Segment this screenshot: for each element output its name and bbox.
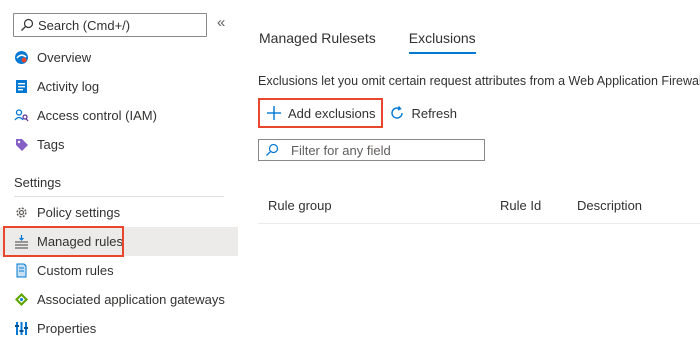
properties-icon xyxy=(14,321,29,336)
sidebar-item-label: Managed rules xyxy=(37,234,123,249)
collapse-sidebar-button[interactable]: « xyxy=(217,14,225,31)
exclusions-table-header: Rule group Rule Id Description xyxy=(258,196,700,224)
custom-rules-icon xyxy=(14,263,29,278)
sidebar-item-label: Properties xyxy=(37,321,97,336)
sidebar-item-label: Activity log xyxy=(37,79,100,94)
filter-placeholder: Filter for any field xyxy=(291,142,391,158)
column-header-rule-id[interactable]: Rule Id xyxy=(500,198,541,213)
access-control-icon xyxy=(14,108,29,123)
sidebar-item-overview[interactable]: Overview xyxy=(0,43,238,72)
plus-icon xyxy=(266,105,282,121)
tab-managed-rulesets[interactable]: Managed Rulesets xyxy=(259,30,376,54)
overview-icon xyxy=(14,50,29,65)
refresh-label: Refresh xyxy=(411,105,457,121)
sidebar-item-label: Access control (IAM) xyxy=(37,108,157,123)
search-icon xyxy=(20,18,34,32)
sidebar-search-input[interactable]: Search (Cmd+/) xyxy=(13,13,207,37)
refresh-button[interactable]: Refresh xyxy=(389,98,457,128)
sidebar-item-label: Associated application gateways xyxy=(37,292,225,307)
sidebar-item-label: Policy settings xyxy=(37,205,121,220)
sidebar-item-access-control[interactable]: Access control (IAM) xyxy=(0,101,238,130)
exclusions-description: Exclusions let you omit certain request … xyxy=(258,74,700,88)
section-divider xyxy=(14,196,224,197)
toolbar: Add exclusions Refresh xyxy=(258,98,457,128)
add-exclusions-button[interactable]: Add exclusions xyxy=(258,98,384,128)
sidebar-item-policy-settings[interactable]: Policy settings xyxy=(0,198,238,227)
sidebar-item-custom-rules[interactable]: Custom rules xyxy=(0,256,238,285)
column-header-description[interactable]: Description xyxy=(577,198,642,213)
refresh-icon xyxy=(389,105,405,121)
sidebar-item-label: Overview xyxy=(37,50,92,65)
tag-icon xyxy=(14,137,29,152)
sidebar: Search (Cmd+/) « Overview Activity log A… xyxy=(0,0,238,344)
sidebar-item-tags[interactable]: Tags xyxy=(0,130,238,159)
sidebar-item-activity-log[interactable]: Activity log xyxy=(0,72,238,101)
sidebar-item-label: Tags xyxy=(37,137,65,152)
add-exclusions-label: Add exclusions xyxy=(288,105,376,121)
tab-bar: Managed Rulesets Exclusions xyxy=(259,30,476,54)
sidebar-search-placeholder: Search (Cmd+/) xyxy=(38,17,131,33)
search-icon xyxy=(265,143,279,157)
sidebar-item-label: Custom rules xyxy=(37,263,114,278)
sidebar-item-associated-gateways[interactable]: Associated application gateways xyxy=(0,285,238,314)
filter-input[interactable]: Filter for any field xyxy=(258,139,485,161)
sidebar-item-properties[interactable]: Properties xyxy=(0,314,238,343)
column-header-rule-group[interactable]: Rule group xyxy=(268,198,332,213)
managed-rules-icon xyxy=(14,234,29,249)
settings-section-label: Settings xyxy=(14,175,61,190)
tab-exclusions[interactable]: Exclusions xyxy=(408,30,476,54)
gear-icon xyxy=(14,205,29,220)
sidebar-item-managed-rules[interactable]: Managed rules xyxy=(0,227,238,256)
gateway-icon xyxy=(14,292,29,307)
activity-log-icon xyxy=(14,79,29,94)
